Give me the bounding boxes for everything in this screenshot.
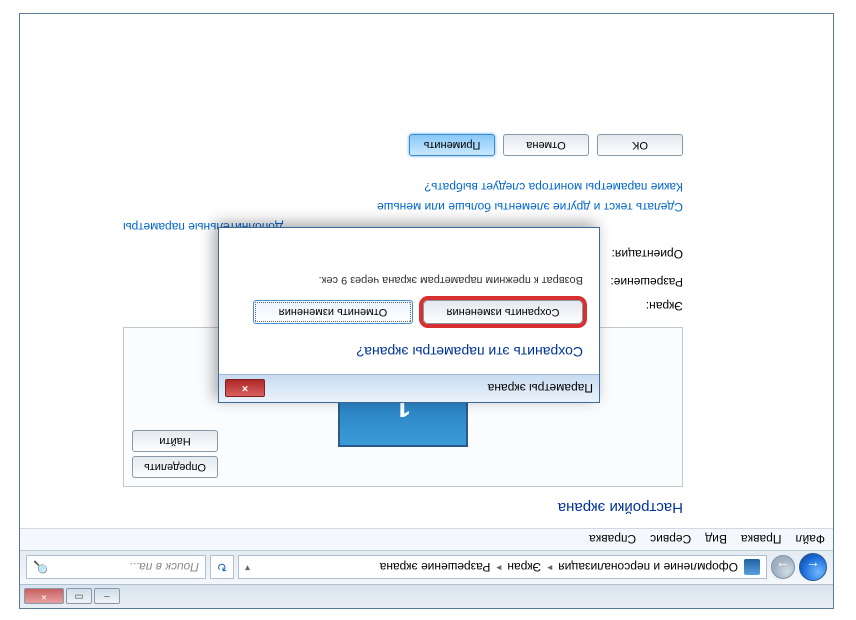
breadcrumb-1[interactable]: Оформление и персонализация <box>558 561 738 575</box>
refresh-button[interactable]: ↻ <box>210 556 234 580</box>
apply-button[interactable]: Применить <box>409 134 495 156</box>
dialog-title: Параметры экрана <box>488 382 593 396</box>
menu-file[interactable]: Файл <box>795 533 825 547</box>
dialog-close-button[interactable]: × <box>225 380 265 398</box>
menu-view[interactable]: Вид <box>705 533 727 547</box>
search-placeholder: Поиск в па... <box>129 561 199 575</box>
breadcrumb-3[interactable]: Разрешение экрана <box>380 561 491 575</box>
dialog-buttons: OK Отмена Применить <box>40 134 683 156</box>
window-titlebar: – ▭ × <box>20 584 833 608</box>
chevron-down-icon[interactable]: ▾ <box>245 562 250 573</box>
menu-edit[interactable]: Правка <box>741 533 782 547</box>
window-controls: – ▭ × <box>24 589 120 605</box>
forward-button[interactable]: → <box>771 556 795 580</box>
which-monitor-link[interactable]: Какие параметры монитора следует выбрать… <box>40 180 683 194</box>
menu-tools[interactable]: Сервис <box>650 533 691 547</box>
find-button[interactable]: Найти <box>132 430 218 452</box>
search-input[interactable]: Поиск в па... 🔍 <box>26 556 206 580</box>
close-button[interactable]: × <box>24 589 64 605</box>
save-changes-button[interactable]: Сохранить изменения <box>423 300 583 324</box>
dialog-question: Сохранить эти параметры экрана? <box>235 344 583 360</box>
dialog-countdown: Возврат к прежним параметрам экрана чере… <box>235 274 583 286</box>
chevron-right-icon: ▸ <box>547 562 552 573</box>
page-title: Настройки экрана <box>40 499 683 516</box>
resize-text-link[interactable]: Сделать текст и другие элементы больше и… <box>40 200 683 214</box>
nav-toolbar: ← → Оформление и персонализация ▸ Экран … <box>20 550 833 584</box>
minimize-button[interactable]: – <box>94 589 120 605</box>
chevron-right-icon: ▸ <box>496 562 501 573</box>
confirm-dialog: Параметры экрана × Сохранить эти парамет… <box>218 227 600 403</box>
breadcrumb[interactable]: Оформление и персонализация ▸ Экран ▸ Ра… <box>238 556 767 580</box>
menu-help[interactable]: Справка <box>589 533 636 547</box>
revert-changes-button[interactable]: Отменить изменения <box>253 300 413 324</box>
dialog-titlebar: Параметры экрана × <box>219 374 599 402</box>
monitor-icon <box>744 560 760 576</box>
menu-bar: Файл Правка Вид Сервис Справка <box>20 528 833 550</box>
identify-button[interactable]: Определить <box>132 456 218 478</box>
search-icon: 🔍 <box>33 561 48 575</box>
ok-button[interactable]: OK <box>597 134 683 156</box>
dialog-body: Сохранить эти параметры экрана? Сохранит… <box>219 260 599 374</box>
maximize-button[interactable]: ▭ <box>66 589 92 605</box>
back-button[interactable]: ← <box>799 554 827 582</box>
breadcrumb-2[interactable]: Экран <box>507 561 541 575</box>
cancel-button[interactable]: Отмена <box>503 134 589 156</box>
